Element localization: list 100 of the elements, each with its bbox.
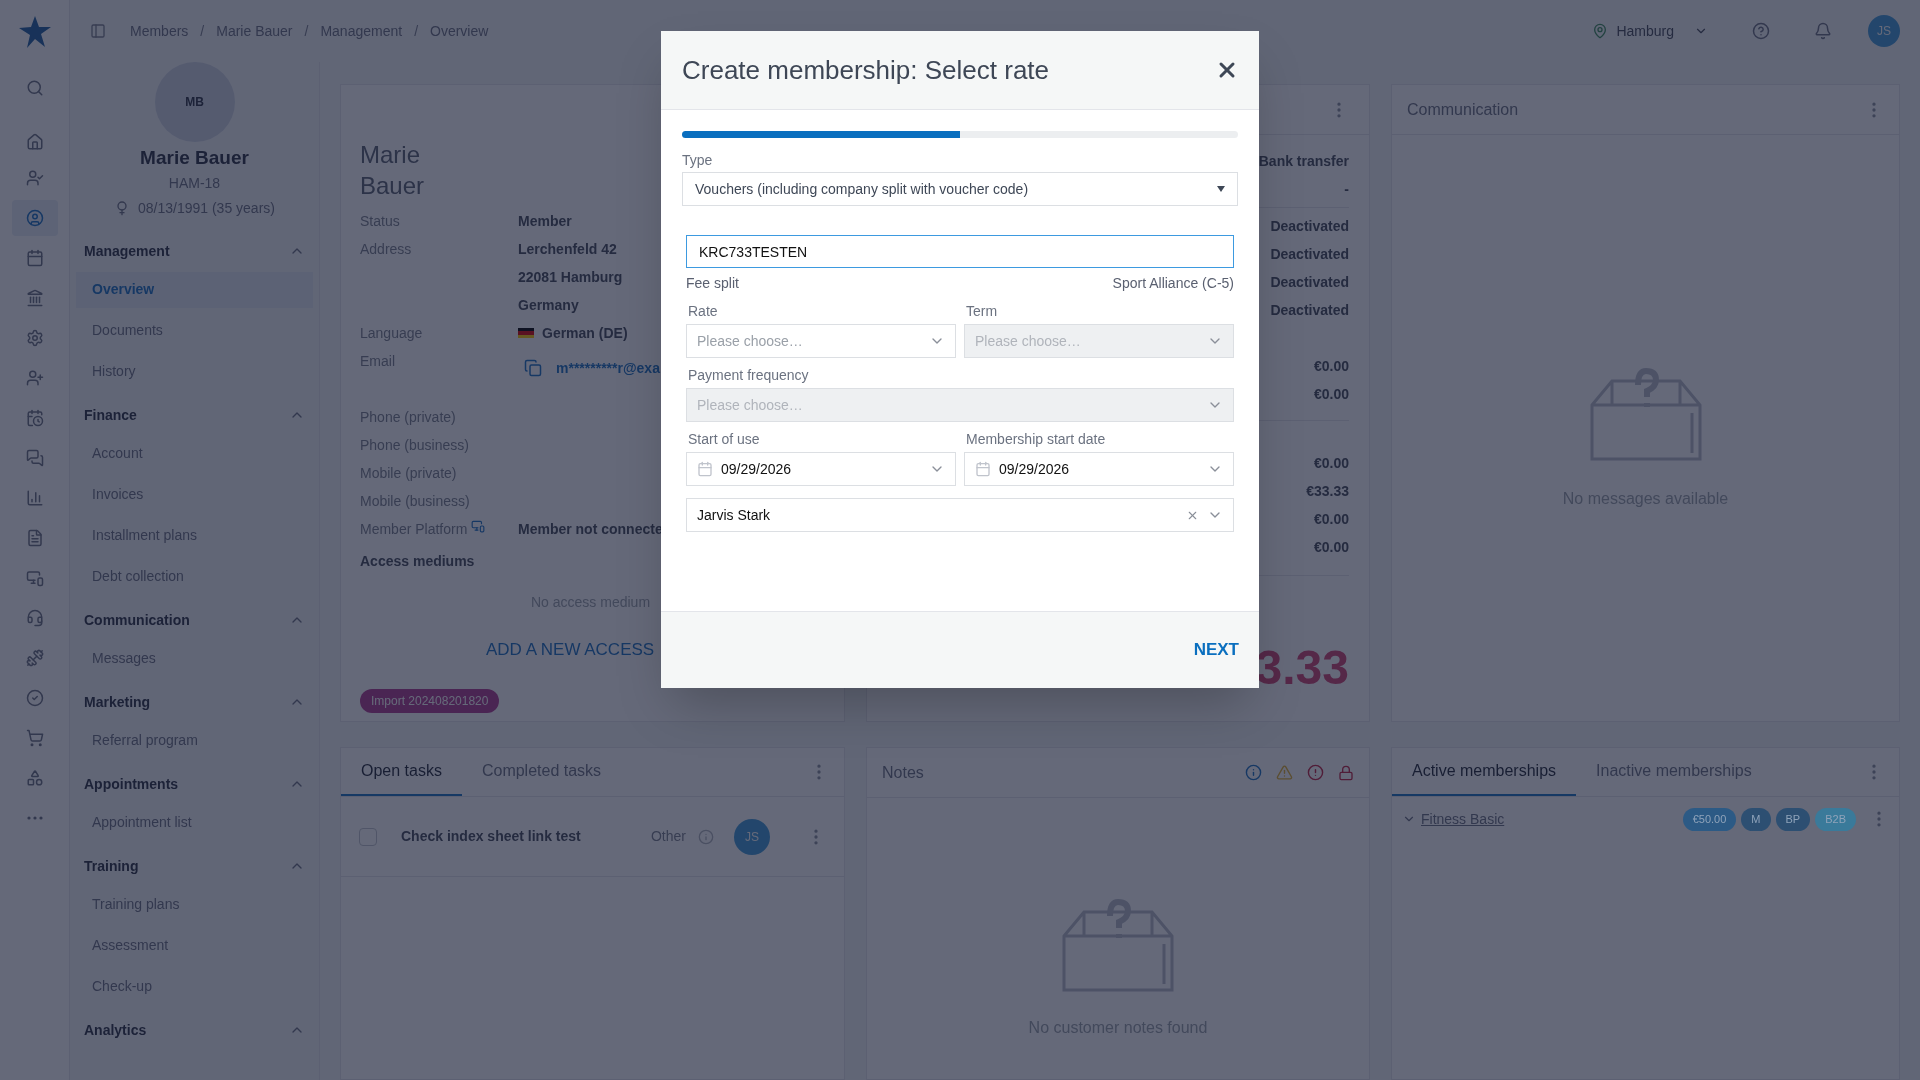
chat-icon: [25, 449, 44, 467]
devices-icon: [471, 519, 486, 533]
membership-badge: €50.00: [1682, 807, 1737, 831]
check-circle-icon: [25, 689, 44, 707]
profile-name: Bauer: [360, 171, 425, 201]
trainer-select[interactable]: Jarvis Stark: [686, 498, 1234, 532]
document-icon: [25, 529, 44, 547]
dropdown-triangle-icon: [1217, 186, 1225, 192]
dialog-title: Create membership: Select rate: [682, 53, 1050, 87]
calendar-clock-icon: [25, 409, 44, 427]
nav-section-header[interactable]: Communication: [76, 599, 313, 641]
profile-name: Marie: [360, 140, 420, 170]
more-icon: [26, 816, 43, 820]
field-value: Member: [518, 211, 572, 231]
settings-icon: [25, 329, 44, 347]
breadcrumb-separator: /: [200, 21, 205, 41]
calendar-icon: [975, 461, 991, 477]
section-heading: Access mediums: [360, 552, 476, 571]
lock-icon[interactable]: [1338, 764, 1354, 781]
value-text: Deactivated: [1270, 245, 1349, 264]
value-text: €0.00: [1313, 454, 1349, 473]
pin-icon: [1592, 23, 1609, 39]
fee-split-label: Fee split: [686, 273, 739, 293]
value-text: -: [1344, 180, 1349, 199]
nav-item[interactable]: Overview: [76, 271, 313, 308]
field-label: Start of use: [687, 430, 761, 449]
balance-amount: 3.33: [1255, 640, 1349, 696]
value-text: Bank transfer: [1258, 152, 1349, 171]
member-name: Marie Bauer: [140, 146, 249, 170]
field-placeholder: Please choose…: [697, 395, 804, 415]
field-value[interactable]: m*********r@exa: [556, 357, 660, 379]
type-select[interactable]: Vouchers (including company split with voucher code): [682, 172, 1238, 206]
tab[interactable]: Open tasks: [341, 748, 462, 796]
info-icon[interactable]: [1245, 764, 1262, 781]
field-label: Payment frequency: [687, 366, 810, 385]
import-tag: Import 202408201820: [360, 688, 500, 713]
membership-badge: BP: [1775, 807, 1811, 831]
value-text: €0.00: [1313, 357, 1349, 376]
field-value: Lerchenfeld 42: [518, 239, 617, 259]
nav-section-header[interactable]: Analytics: [76, 1009, 313, 1051]
membership-badge: B2B: [1815, 807, 1856, 831]
nav-section-header[interactable]: Marketing: [76, 681, 313, 723]
bar-chart-icon: [25, 489, 44, 507]
shapes-icon: [25, 769, 44, 787]
date-field[interactable]: 09/29/2026: [964, 452, 1234, 486]
copy-icon[interactable]: [524, 359, 542, 377]
user-plus-icon: [25, 369, 44, 387]
breadcrumb-separator: /: [414, 21, 418, 41]
next-button[interactable]: NEXT: [1193, 637, 1239, 663]
value-text: €33.33: [1306, 482, 1349, 501]
select-field[interactable]: Please choose…: [686, 324, 956, 358]
field-label: Type: [682, 151, 714, 170]
select-value: Vouchers (including company split with voucher code): [695, 179, 1030, 199]
assignee-avatar: JS: [734, 818, 770, 855]
nav-section-header[interactable]: Training: [76, 845, 313, 887]
value-text: €0.00: [1313, 538, 1349, 557]
empty-box-icon: [1060, 898, 1176, 992]
voucher-code-input[interactable]: KRC733TESTEN: [686, 235, 1234, 268]
calendar-icon: [25, 249, 44, 267]
nav-section-header[interactable]: Finance: [76, 394, 313, 436]
dumbbell-icon: [25, 649, 44, 667]
nav-section-header[interactable]: Appointments: [76, 763, 313, 805]
select-value: Jarvis Stark: [697, 505, 772, 525]
membership-badge: M: [1741, 807, 1771, 831]
field-placeholder: Please choose…: [697, 331, 804, 351]
field-value: German (DE): [542, 323, 628, 343]
date-field[interactable]: 09/29/2026: [686, 452, 956, 486]
value-text: €0.00: [1313, 510, 1349, 529]
value-text: Deactivated: [1270, 301, 1349, 320]
task-title: Check index sheet link test: [401, 827, 582, 846]
info-icon[interactable]: [698, 828, 714, 845]
headset-icon: [25, 609, 44, 627]
notification-icon[interactable]: [1814, 22, 1832, 40]
field-value: 22081 Hamburg: [518, 267, 623, 287]
german-flag-icon: [518, 328, 534, 338]
nav-section-header[interactable]: Management: [76, 230, 313, 272]
search-icon: [25, 79, 44, 97]
female-icon: [114, 200, 130, 216]
calendar-icon: [697, 461, 713, 477]
devices-icon: [25, 569, 44, 587]
warning-icon[interactable]: [1276, 764, 1293, 781]
member-avatar: MB: [154, 62, 235, 142]
sidebar-toggle-icon[interactable]: [90, 23, 106, 39]
user-avatar[interactable]: JS: [1868, 15, 1900, 47]
field-label: Membership start date: [965, 430, 1107, 449]
value-text: Deactivated: [1270, 273, 1349, 292]
alert-icon[interactable]: [1307, 764, 1324, 781]
field-value: Member not connecte: [518, 519, 663, 539]
user-circle-icon: [25, 209, 44, 227]
breadcrumb-separator: /: [304, 21, 309, 41]
value-text: €0.00: [1313, 385, 1349, 404]
field-value: 09/29/2026: [999, 459, 1071, 479]
bank-icon: [25, 289, 44, 307]
help-icon[interactable]: [1752, 22, 1770, 40]
field-label: Rate: [687, 302, 719, 321]
location-selector[interactable]: Hamburg: [1592, 20, 1708, 42]
tab[interactable]: Active memberships: [1392, 748, 1577, 796]
field-value: 09/29/2026: [721, 459, 793, 479]
rail-button[interactable]: [11, 200, 58, 236]
fee-split-value: Sport Alliance (C-5): [1112, 273, 1234, 293]
